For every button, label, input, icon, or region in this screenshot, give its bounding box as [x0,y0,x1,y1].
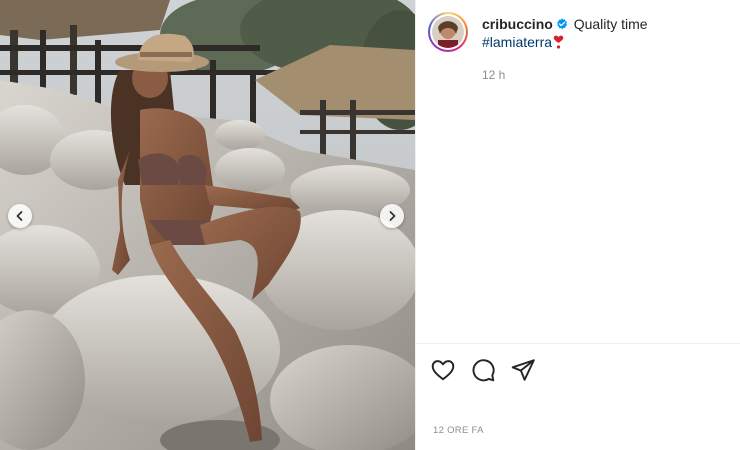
share-icon [511,359,535,381]
previous-photo-button[interactable] [8,204,32,228]
post-caption: cribuccino Quality time #lamiaterra [482,15,727,51]
post-photo [0,0,415,450]
chevron-right-icon [389,211,396,221]
next-photo-button[interactable] [380,204,404,228]
heart-icon [431,360,455,381]
share-button[interactable] [510,357,536,383]
caption-text: Quality time [573,16,648,32]
post-actions-bar [430,357,536,383]
post-media[interactable] [0,0,415,450]
chevron-left-icon [16,211,23,221]
verified-badge-icon [556,18,567,30]
post-side-panel: cribuccino Quality time #lamiaterra 12 h… [416,0,740,450]
post-date-footer[interactable]: 12 ORE FA [433,425,484,436]
actions-divider [416,343,740,344]
post-relative-time[interactable]: 12 h [482,68,505,82]
comment-icon [472,359,495,382]
avatar-image [432,16,464,48]
comment-button[interactable] [470,357,496,383]
hashtag-link[interactable]: #lamiaterra [482,34,552,50]
heart-exclamation-emoji-icon [553,35,564,49]
username-link[interactable]: cribuccino [482,16,553,32]
avatar[interactable] [428,12,468,52]
like-button[interactable] [430,357,456,383]
